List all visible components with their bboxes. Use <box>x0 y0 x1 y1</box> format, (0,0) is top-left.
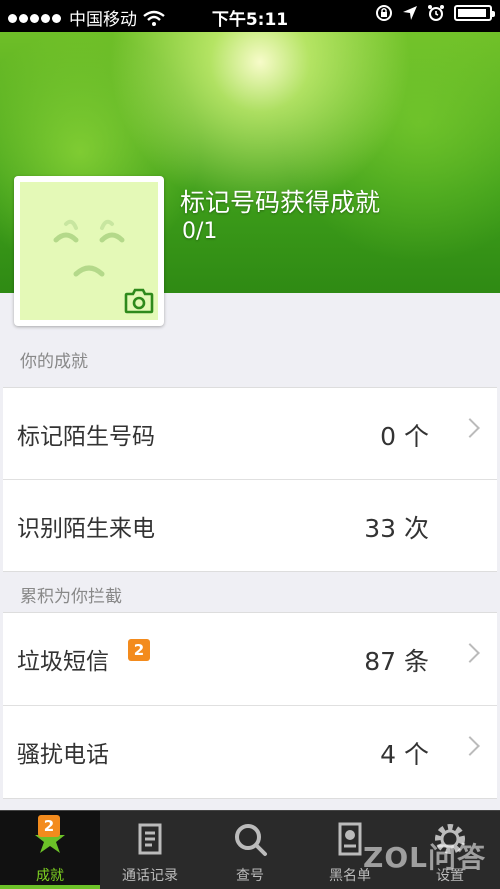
tab-badge: 2 <box>38 815 60 837</box>
status-bar: 中国移动 下午5:11 <box>0 0 500 32</box>
tab-lookup[interactable]: 查号 <box>200 811 300 889</box>
row-value: 87 条 <box>364 647 429 676</box>
location-icon <box>403 6 417 20</box>
row-label: 标记陌生号码 <box>17 424 155 450</box>
rotation-lock-icon <box>376 5 392 21</box>
hero-title: 标记号码获得成就 <box>180 188 381 217</box>
row-marked-numbers[interactable]: 标记陌生号码 0 个 <box>3 388 497 479</box>
row-label: 垃圾短信 <box>17 649 109 675</box>
row-identified-calls: 识别陌生来电 33 次 <box>3 480 497 571</box>
camera-icon[interactable] <box>124 288 154 314</box>
alarm-icon <box>428 5 444 21</box>
tab-label: 成就 <box>36 868 64 884</box>
row-value: 33 次 <box>364 514 429 543</box>
call-log-icon <box>138 823 162 855</box>
achievements-card: 标记陌生号码 0 个 识别陌生来电 33 次 <box>3 387 497 572</box>
battery-icon <box>454 5 495 21</box>
chevron-right-icon <box>460 418 480 438</box>
tab-call-log[interactable]: 通话记录 <box>100 811 200 889</box>
chevron-right-icon <box>460 643 480 663</box>
tab-label: 查号 <box>236 868 264 884</box>
row-value: 4 个 <box>380 740 429 769</box>
hero-progress-count: 0/1 <box>182 219 218 244</box>
unread-badge: 2 <box>128 639 150 661</box>
search-icon <box>235 824 267 856</box>
watermark: ZOL问答 <box>363 841 486 874</box>
tab-achievements[interactable]: 2 成就 <box>0 811 100 889</box>
section-label-blocked: 累积为你拦截 <box>20 587 122 607</box>
blocked-card: 垃圾短信 2 87 条 骚扰电话 4 个 <box>3 612 497 799</box>
row-harassment-calls[interactable]: 骚扰电话 4 个 <box>3 706 497 797</box>
section-label-achievements: 你的成就 <box>20 352 88 372</box>
chevron-right-icon <box>460 736 480 756</box>
row-value: 0 个 <box>380 422 429 451</box>
row-label: 识别陌生来电 <box>17 516 155 542</box>
tab-label: 通话记录 <box>122 868 178 884</box>
row-spam-sms[interactable]: 垃圾短信 2 87 条 <box>3 613 497 704</box>
avatar[interactable] <box>14 176 164 326</box>
row-label: 骚扰电话 <box>17 742 109 768</box>
